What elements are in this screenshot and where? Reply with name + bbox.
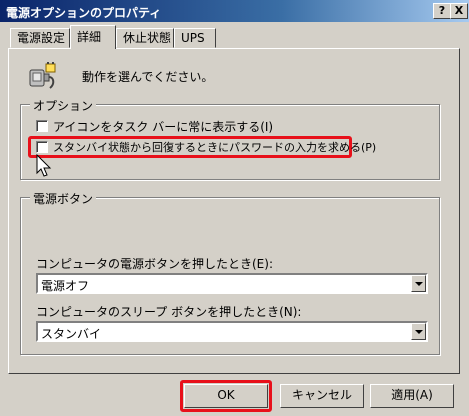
chevron-down-icon[interactable] <box>411 323 426 340</box>
close-button[interactable]: X <box>450 3 468 19</box>
power-buttons-legend: 電源ボタン <box>30 190 97 207</box>
password-prompt-label[interactable]: スタンバイ状態から回復するときにパスワードの入力を求める(P) <box>53 139 376 155</box>
tab-power-schemes[interactable]: 電源設定 <box>10 28 70 48</box>
sleep-button-value: スタンバイ <box>41 327 102 341</box>
show-icon-label[interactable]: アイコンをタスク バーに常に表示する(I) <box>53 118 273 135</box>
chevron-down-icon[interactable] <box>411 275 426 292</box>
mouse-pointer-icon <box>36 153 52 178</box>
sleep-button-select[interactable]: スタンバイ <box>36 321 428 342</box>
prompt-text: 動作を選んでください。 <box>82 70 214 84</box>
power-plug-icon <box>26 60 58 92</box>
show-icon-checkbox[interactable] <box>36 120 48 132</box>
sleep-button-label: コンピュータのスリープ ボタンを押したとき(N): <box>36 305 302 319</box>
power-button-value: 電源オフ <box>41 279 90 293</box>
help-button[interactable]: ? <box>433 3 451 19</box>
tab-advanced[interactable]: 詳細 <box>70 25 116 49</box>
tab-ups[interactable]: UPS <box>174 28 216 48</box>
window-title: 電源オプションのプロパティ <box>6 6 162 20</box>
password-prompt-checkbox[interactable] <box>36 141 48 153</box>
tab-hibernate[interactable]: 休止状態 <box>116 28 174 48</box>
cancel-button[interactable]: キャンセル <box>280 384 364 408</box>
options-legend: オプション <box>30 97 97 114</box>
power-button-label: コンピュータの電源ボタンを押したとき(E): <box>36 257 273 271</box>
apply-button[interactable]: 適用(A) <box>370 384 454 408</box>
power-button-select[interactable]: 電源オフ <box>36 273 428 294</box>
title-bar: 電源オプションのプロパティ ? X <box>0 0 469 22</box>
ok-button[interactable]: OK <box>184 384 268 408</box>
